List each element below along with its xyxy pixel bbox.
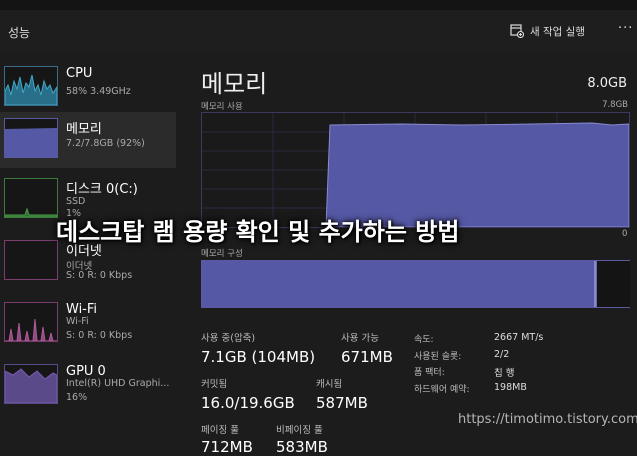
- detail-value: 198MB: [494, 382, 527, 393]
- header-bar: 성능 새 작업 실행 ···: [0, 10, 637, 52]
- detail-label: 속도:: [414, 335, 434, 345]
- cached-value: 587MB: [316, 394, 368, 412]
- window-top-strip: [0, 0, 637, 10]
- sidebar-item-detail-2: S: 0 R: 0 Kbps: [66, 330, 133, 341]
- detail-label: 사용된 슬롯:: [414, 352, 462, 362]
- watermark-url: https://timotimo.tistory.com: [458, 412, 637, 427]
- sidebar-item-detail-2: S: 0 R: 0 Kbps: [66, 270, 133, 281]
- committed-value: 16.0/19.6GB: [201, 394, 295, 412]
- memory-total: 8.0GB: [587, 76, 627, 91]
- composition-free: [596, 261, 630, 307]
- nonpaged-pool-label: 비페이징 풀: [276, 425, 323, 436]
- sidebar-item-detail: Wi-Fi: [66, 316, 89, 327]
- memory-usage-graph: [201, 112, 630, 228]
- gpu-thumbnail-graph: [4, 364, 58, 404]
- sidebar-item-wifi[interactable]: Wi-Fi Wi-Fi S: 0 R: 0 Kbps: [0, 296, 176, 352]
- sidebar-item-label: 메모리: [66, 122, 102, 137]
- sidebar-item-detail: Intel(R) UHD Graphi...: [66, 378, 170, 389]
- sidebar-item-label: GPU 0: [66, 364, 106, 379]
- detail-value: 2/2: [494, 349, 510, 360]
- disk-thumbnail-graph: [4, 178, 58, 218]
- nonpaged-pool-value: 583MB: [276, 438, 328, 456]
- page-title: 성능: [8, 26, 31, 40]
- more-options-icon[interactable]: ···: [618, 21, 633, 36]
- sidebar-item-gpu[interactable]: GPU 0 Intel(R) UHD Graphi... 16%: [0, 358, 176, 414]
- memory-composition-label: 메모리 구성: [201, 249, 243, 259]
- ethernet-thumbnail-graph: [4, 240, 58, 280]
- available-label: 사용 가능: [341, 333, 379, 344]
- paged-pool-label: 페이징 풀: [201, 425, 239, 436]
- detail-label: 하드웨어 예약:: [414, 385, 470, 395]
- sidebar-item-detail-2: 16%: [66, 392, 88, 403]
- detail-label: 폼 팩터:: [414, 368, 445, 378]
- composition-in-use: [202, 261, 594, 307]
- sidebar-item-detail: 7.2/7.8GB (92%): [66, 138, 145, 149]
- sidebar-item-memory[interactable]: 메모리 7.2/7.8GB (92%): [0, 112, 176, 168]
- committed-label: 커밋됨: [201, 379, 228, 390]
- sidebar-item-label: Wi-Fi: [66, 302, 98, 317]
- memory-usage-max: 7.8GB: [602, 100, 628, 110]
- paged-pool-value: 712MB: [201, 438, 253, 456]
- new-task-icon: [510, 24, 524, 38]
- memory-usage-min: 0: [622, 229, 628, 239]
- sidebar-item-label: CPU: [66, 66, 93, 81]
- in-use-value: 7.1GB (104MB): [201, 348, 316, 366]
- detail-value: 2667 MT/s: [494, 332, 544, 343]
- in-use-label: 사용 중(압축): [201, 333, 256, 344]
- sidebar-item-detail: SSD: [66, 196, 86, 207]
- overlay-caption: 데스크탑 램 용량 확인 및 추가하는 방법: [56, 218, 460, 246]
- cpu-thumbnail-graph: [4, 66, 58, 106]
- new-task-label: 새 작업 실행: [530, 25, 585, 38]
- memory-composition-bar: [201, 260, 630, 308]
- memory-thumbnail-graph: [4, 118, 58, 158]
- cached-label: 캐시됨: [316, 379, 343, 390]
- available-value: 671MB: [341, 348, 393, 366]
- sidebar-item-detail: 58% 3.49GHz: [66, 86, 131, 97]
- sidebar-item-label: 디스크 0(C:): [66, 182, 138, 197]
- sidebar-item-cpu[interactable]: CPU 58% 3.49GHz: [0, 60, 176, 116]
- new-task-button[interactable]: 새 작업 실행: [510, 21, 585, 41]
- detail-value: 칩 행: [494, 368, 515, 379]
- memory-usage-label: 메모리 사용: [201, 102, 243, 112]
- sidebar: CPU 58% 3.49GHz 메모리 7.2/7.8GB (92%) 디스크 …: [0, 52, 178, 454]
- wifi-thumbnail-graph: [4, 302, 58, 342]
- memory-title: 메모리: [201, 70, 268, 98]
